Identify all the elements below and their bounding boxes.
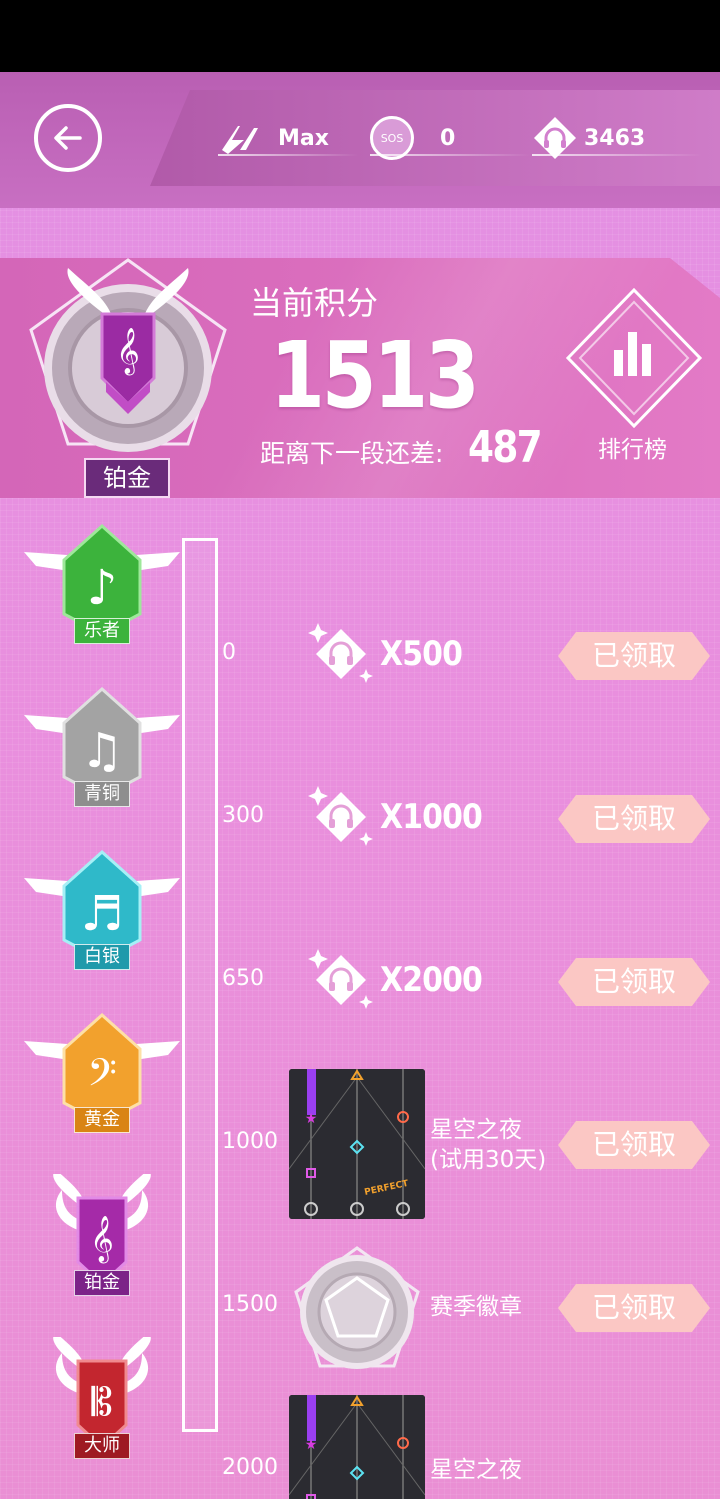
tier-name: 黄金 (74, 1107, 130, 1133)
back-button[interactable] (34, 104, 102, 172)
claimed-button[interactable]: 已领取 (558, 1284, 710, 1332)
tier-row: ♬ 白银 650 X2000 已领取 (0, 848, 720, 1011)
coin-reward: X2000 (304, 940, 504, 1020)
sos-value: 0 (440, 125, 456, 151)
tier-threshold: 300 (222, 803, 264, 828)
tier-threshold: 1500 (222, 1292, 278, 1317)
tier-row: 𝄞 铂金 1500 赛季徽章 已领取 (0, 1174, 720, 1369)
reward-amount: X1000 (380, 797, 483, 837)
claimed-button[interactable]: 已领取 (558, 958, 710, 1006)
tier-row: ♫ 青铜 300 X1000 已领取 (0, 685, 720, 848)
svg-text:𝄡: 𝄡 (91, 1380, 112, 1424)
arrow-left-icon (54, 126, 82, 150)
tier-name: 白银 (74, 944, 130, 970)
score-title: 当前积分 (250, 284, 379, 322)
leaderboard-label: 排行榜 (598, 437, 667, 463)
svg-text:𝄞: 𝄞 (90, 1216, 114, 1264)
reward-name: 星空之夜 (430, 1457, 522, 1483)
tier-row: 𝄢 黄金 1000 ★ PERFECT 星空之夜 (试用30天) 已领取 (0, 1011, 720, 1219)
skin-thumbnail: ★ PERFECT (289, 1395, 425, 1499)
headphone-coin-icon (304, 943, 378, 1017)
season-rank-screen: Max SOS 0 3463 𝄞 铂金 当前积分 1513 距离下一段还差: 4… (0, 72, 720, 1499)
svg-text:♫: ♫ (80, 723, 123, 779)
reward-name: 星空之夜 (试用30天) (430, 1117, 547, 1173)
reward-amount: X500 (380, 634, 463, 674)
reward-amount: X2000 (380, 960, 483, 1000)
next-tier-diff-value: 487 (468, 422, 543, 473)
svg-text:𝄢: 𝄢 (87, 1050, 117, 1104)
coin-reward: X500 (304, 614, 504, 694)
tier-name: 铂金 (74, 1270, 130, 1296)
coin-reward: X1000 (304, 777, 504, 857)
tier-row: ♪ 乐者 0 X500 已领取 (0, 522, 720, 685)
claimed-button[interactable]: 已领取 (558, 632, 710, 680)
svg-text:♬: ♬ (80, 886, 123, 942)
current-tier-label: 铂金 (84, 458, 170, 498)
tier-row: 𝄡 大师 2000 ★ PERFECT (0, 1337, 720, 1499)
svg-text:𝄞: 𝄞 (116, 328, 140, 376)
tier-threshold: 0 (222, 640, 236, 665)
stamina-stat: Max (218, 120, 358, 156)
tier-threshold: 1000 (222, 1129, 278, 1154)
current-tier-badge-icon: 𝄞 (29, 258, 227, 452)
bar-chart-icon (565, 287, 703, 429)
tier-threshold: 2000 (222, 1455, 278, 1480)
score-value: 1513 (270, 322, 480, 429)
claimed-button[interactable]: 已领取 (558, 795, 710, 843)
lightning-icon (222, 126, 258, 154)
tier-threshold: 650 (222, 966, 264, 991)
svg-text:★: ★ (305, 1437, 318, 1453)
next-tier-diff-label: 距离下一段还差: (260, 439, 444, 468)
coins-value: 3463 (584, 125, 646, 151)
max-label: Max (278, 125, 329, 151)
svg-text:♪: ♪ (87, 560, 118, 616)
reward-name: 赛季徽章 (430, 1294, 522, 1320)
claimed-button[interactable]: 已领取 (558, 1121, 710, 1169)
headphone-coin-icon (304, 780, 378, 854)
tier-name: 乐者 (74, 618, 130, 644)
sos-stat: SOS 0 (370, 116, 530, 160)
svg-text:★: ★ (305, 1111, 318, 1127)
tier-name: 青铜 (74, 781, 130, 807)
coins-stat: 3463 (532, 117, 702, 159)
headphone-coin-icon (304, 617, 378, 691)
tier-name: 大师 (74, 1433, 130, 1459)
